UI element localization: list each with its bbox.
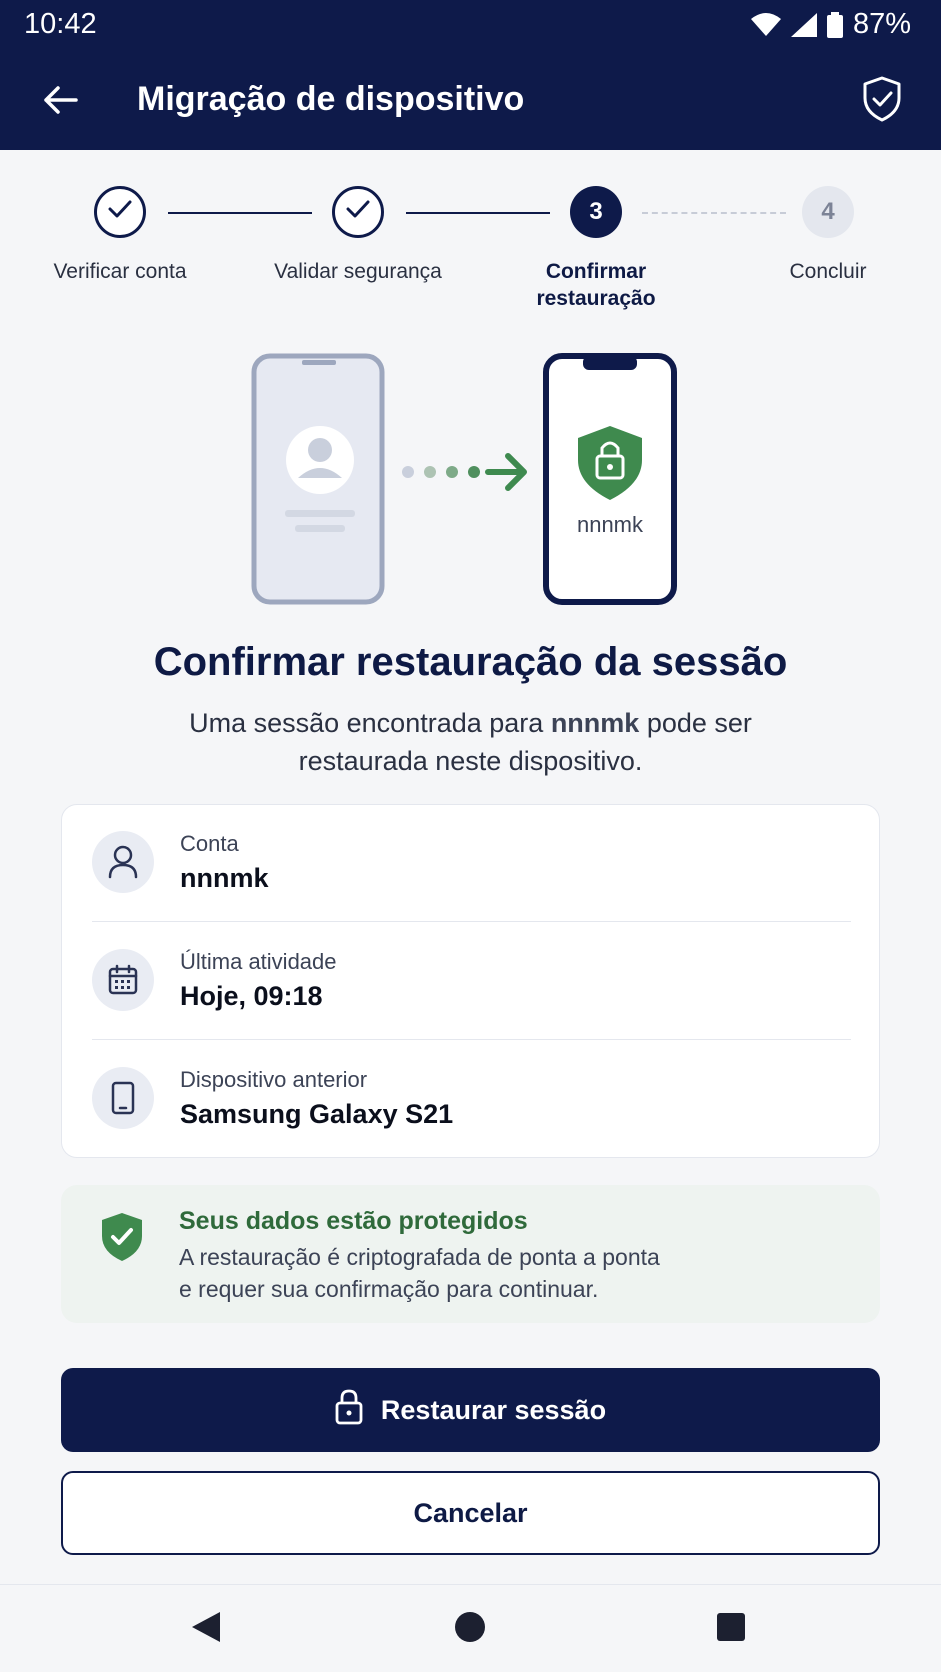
data-protection-notice: Seus dados estão protegidos A restauraçã… [61,1185,880,1323]
divider [92,921,851,922]
description-text: Uma sessão encontrada para [189,708,551,738]
progress-stepper: 3 4 Verificar conta Validar segurança Co… [0,186,941,326]
detail-label: Conta [180,831,239,856]
step-2-indicator [332,186,384,238]
step-1-label: Verificar conta [53,260,187,283]
detail-value: Samsung Galaxy S21 [180,1099,454,1129]
confirm-heading: Confirmar restauração da sessão [153,640,788,684]
triangle-back-icon [190,1610,222,1649]
session-details-card: Conta nnnmk Última atividade Hoje, 09:18… [61,804,880,1158]
step-connector [168,212,312,214]
old-phone-icon [251,353,385,605]
notice-title: Seus dados estão protegidos [179,1207,528,1235]
illustration-username: nnnmk [576,512,644,537]
wifi-icon [750,12,781,37]
step-3-label-line2: restauração [536,287,656,310]
circle-home-icon [454,1611,486,1648]
confirm-description: Uma sessão encontrada para nnnmk pode se… [150,704,791,780]
page-title: Migração de dispositivo [137,80,525,118]
app-bar: 10:42 87% Migração de dispositivo [0,0,941,150]
nav-recents-button[interactable] [709,1607,753,1651]
detail-row-previous-device: Dispositivo anterior Samsung Galaxy S21 [62,1041,881,1159]
new-phone-icon [543,353,677,605]
step-3-label: Confirmar restauração [496,258,696,312]
step-connector [406,212,550,214]
restore-session-label: Restaurar sessão [380,1394,607,1425]
status-time: 10:42 [24,8,97,40]
step-2-label: Validar segurança [274,260,442,283]
check-icon [108,198,132,226]
detail-label: Dispositivo anterior [180,1067,368,1092]
step-1-indicator [94,186,146,238]
arrow-left-icon [42,85,78,120]
detail-row-last-activity: Última atividade Hoje, 09:18 [62,923,881,1041]
transfer-arrow-icon [402,453,527,491]
square-recents-icon [716,1612,746,1647]
divider [92,1039,851,1040]
step-connector [642,212,786,214]
step-3-indicator: 3 [570,186,622,238]
description-username: nnnmk [550,708,640,738]
security-button[interactable] [857,76,907,126]
step-3-label-line1: Confirmar [545,260,647,283]
signal-icon [790,12,817,37]
restore-session-button[interactable]: Restaurar sessão [61,1368,880,1452]
cancel-button[interactable]: Cancelar [61,1471,880,1555]
shield-check-icon [862,76,902,127]
battery-icon [826,11,843,38]
shield-check-icon [99,1211,145,1268]
battery-percent: 87% [852,8,911,40]
detail-label: Última atividade [180,949,337,974]
nav-home-button[interactable] [448,1607,492,1651]
status-icons: 87% [750,8,911,41]
nav-back-button[interactable] [184,1607,228,1651]
step-4-indicator: 4 [802,186,854,238]
check-icon [346,198,370,226]
lock-icon [335,1389,363,1432]
phone-icon [92,1067,154,1129]
notice-text: A restauração é criptografada de ponta a… [179,1241,779,1305]
calendar-icon [92,949,154,1011]
system-nav-bar [0,1584,941,1672]
user-icon [92,831,154,893]
step-4-label: Concluir [789,260,867,283]
back-button[interactable] [36,78,84,126]
detail-value: Hoje, 09:18 [180,981,323,1011]
detail-value: nnnmk [180,863,269,893]
migration-illustration [240,350,700,610]
cancel-label: Cancelar [413,1497,528,1528]
detail-row-account: Conta nnnmk [62,805,881,923]
notice-text-line: e requer sua confirmação para continuar. [179,1276,599,1302]
notice-text-line: A restauração é criptografada de ponta a… [179,1244,660,1270]
